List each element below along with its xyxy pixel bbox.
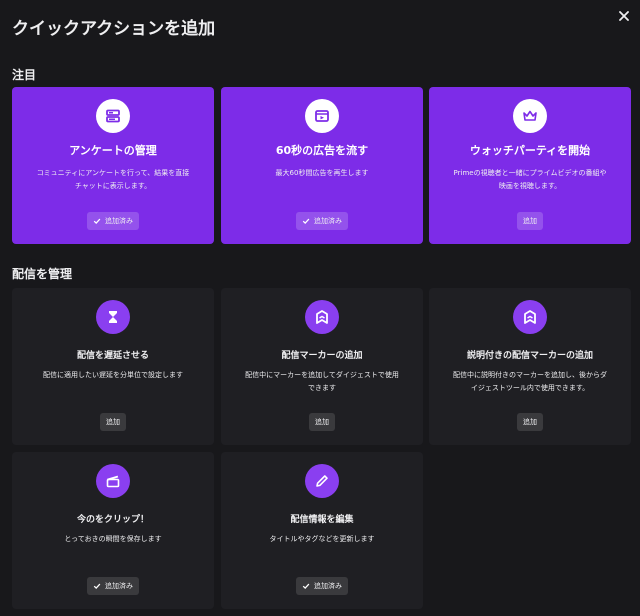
- clapper-icon: [106, 475, 120, 488]
- marker-icon: [524, 310, 536, 324]
- card-watch-party: ウォッチパーティを開始 Primeの視聴者と一緒にプライムビデオの番組や 映画を…: [429, 87, 631, 244]
- card-description-line: 配信に適用したい遅延を分単位で設定します: [43, 371, 183, 379]
- add-button[interactable]: 追加: [517, 413, 543, 431]
- marker-icon: [316, 310, 328, 324]
- card-description: 配信に適用したい遅延を分単位で設定します: [33, 369, 193, 382]
- button-label: 追加: [315, 418, 329, 426]
- card-description-line: できます: [307, 384, 336, 392]
- card-description-line: Primeの視聴者と一緒にプライムビデオの番組や: [453, 169, 607, 177]
- added-button[interactable]: 追加済み: [296, 212, 348, 230]
- card-description: 配信中に説明付きのマーカーを追加し、後からダ イジェストツール内で使用できます。: [443, 369, 617, 395]
- card-description-line: チャットに表示します。: [74, 182, 152, 190]
- card-ad: 60秒の広告を流す 最大60秒間広告を再生します 追加済み: [221, 87, 423, 244]
- check-icon: [302, 583, 310, 589]
- icon-badge: [513, 99, 547, 133]
- card-stream-marker: 配信マーカーの追加 配信中にマーカーを追加してダイジェストで使用 できます 追加: [221, 288, 423, 445]
- added-button[interactable]: 追加済み: [87, 212, 139, 230]
- button-label: 追加済み: [314, 217, 342, 225]
- card-title: 今のをクリップ！: [76, 515, 149, 525]
- card-description-line: 配信中に説明付きのマーカーを追加し、後からダ: [453, 371, 607, 379]
- card-stream-delay: 配信を遅延させる 配信に適用したい遅延を分単位で設定します 追加: [12, 288, 214, 445]
- check-icon: [93, 583, 101, 589]
- card-description: コミュニティにアンケートを行って、結果を直接 チャットに表示します。: [27, 167, 200, 193]
- card-stream-marker-description: 説明付きの配信マーカーの追加 配信中に説明付きのマーカーを追加し、後からダ イジ…: [429, 288, 631, 445]
- card-description-line: イジェストツール内で使用できます。: [470, 384, 590, 392]
- icon-badge: [96, 99, 130, 133]
- check-icon: [93, 218, 101, 224]
- icon-badge: [305, 464, 339, 498]
- hourglass-icon: [109, 311, 117, 323]
- icon-badge: [305, 99, 339, 133]
- button-label: 追加済み: [105, 582, 133, 590]
- add-button[interactable]: 追加: [517, 212, 543, 230]
- card-poll: アンケートの管理 コミュニティにアンケートを行って、結果を直接 チャットに表示し…: [12, 87, 214, 244]
- icon-badge: [305, 300, 339, 334]
- pencil-icon: [316, 475, 328, 487]
- button-label: 追加済み: [105, 217, 133, 225]
- crown-icon: [523, 110, 537, 121]
- card-description-line: コミュニティにアンケートを行って、結果を直接: [36, 169, 190, 177]
- card-title: 説明付きの配信マーカーの追加: [466, 351, 593, 361]
- card-description-line: 映画を視聴します。: [498, 182, 562, 190]
- card-description: 配信中にマーカーを追加してダイジェストで使用 できます: [235, 369, 409, 395]
- add-button[interactable]: 追加: [100, 413, 126, 431]
- card-title: 60秒の広告を流す: [275, 144, 369, 157]
- section-heading-manage: 配信を管理: [12, 267, 73, 281]
- card-description: とっておきの瞬間を保存します: [54, 533, 171, 546]
- icon-badge: [513, 300, 547, 334]
- button-label: 追加: [523, 418, 537, 426]
- card-description-line: 最大60秒間広告を再生します: [275, 169, 369, 177]
- check-icon: [302, 218, 310, 224]
- card-description-line: タイトルやタグなどを更新します: [269, 535, 375, 543]
- button-label: 追加: [523, 217, 537, 225]
- button-label: 追加: [106, 418, 120, 426]
- card-description: 最大60秒間広告を再生します: [266, 167, 379, 180]
- card-clip-that: 今のをクリップ！ とっておきの瞬間を保存します 追加済み: [12, 452, 214, 609]
- card-description: タイトルやタグなどを更新します: [260, 533, 385, 546]
- card-description-line: 配信中にマーカーを追加してダイジェストで使用: [245, 371, 399, 379]
- section-heading-featured: 注目: [12, 68, 37, 82]
- icon-badge: [96, 300, 130, 334]
- page-title: クイックアクションを追加: [12, 19, 216, 39]
- card-title: 配信マーカーの追加: [281, 351, 363, 361]
- ad-icon: [315, 110, 329, 122]
- card-edit-stream-info: 配信情報を編集 タイトルやタグなどを更新します 追加済み: [221, 452, 423, 609]
- close-icon: [619, 11, 629, 21]
- icon-badge: [96, 464, 130, 498]
- add-button[interactable]: 追加: [309, 413, 335, 431]
- poll-icon: [106, 109, 120, 123]
- added-button[interactable]: 追加済み: [87, 577, 139, 595]
- card-title: 配信情報を編集: [290, 515, 354, 525]
- card-description-line: とっておきの瞬間を保存します: [64, 535, 162, 543]
- button-label: 追加済み: [314, 582, 342, 590]
- card-title: 配信を遅延させる: [76, 351, 149, 361]
- card-description: Primeの視聴者と一緒にプライムビデオの番組や 映画を視聴します。: [444, 167, 617, 193]
- added-button[interactable]: 追加済み: [296, 577, 348, 595]
- card-title: アンケートの管理: [69, 144, 157, 157]
- close-button[interactable]: [612, 4, 636, 28]
- card-title: ウォッチパーティを開始: [469, 144, 591, 157]
